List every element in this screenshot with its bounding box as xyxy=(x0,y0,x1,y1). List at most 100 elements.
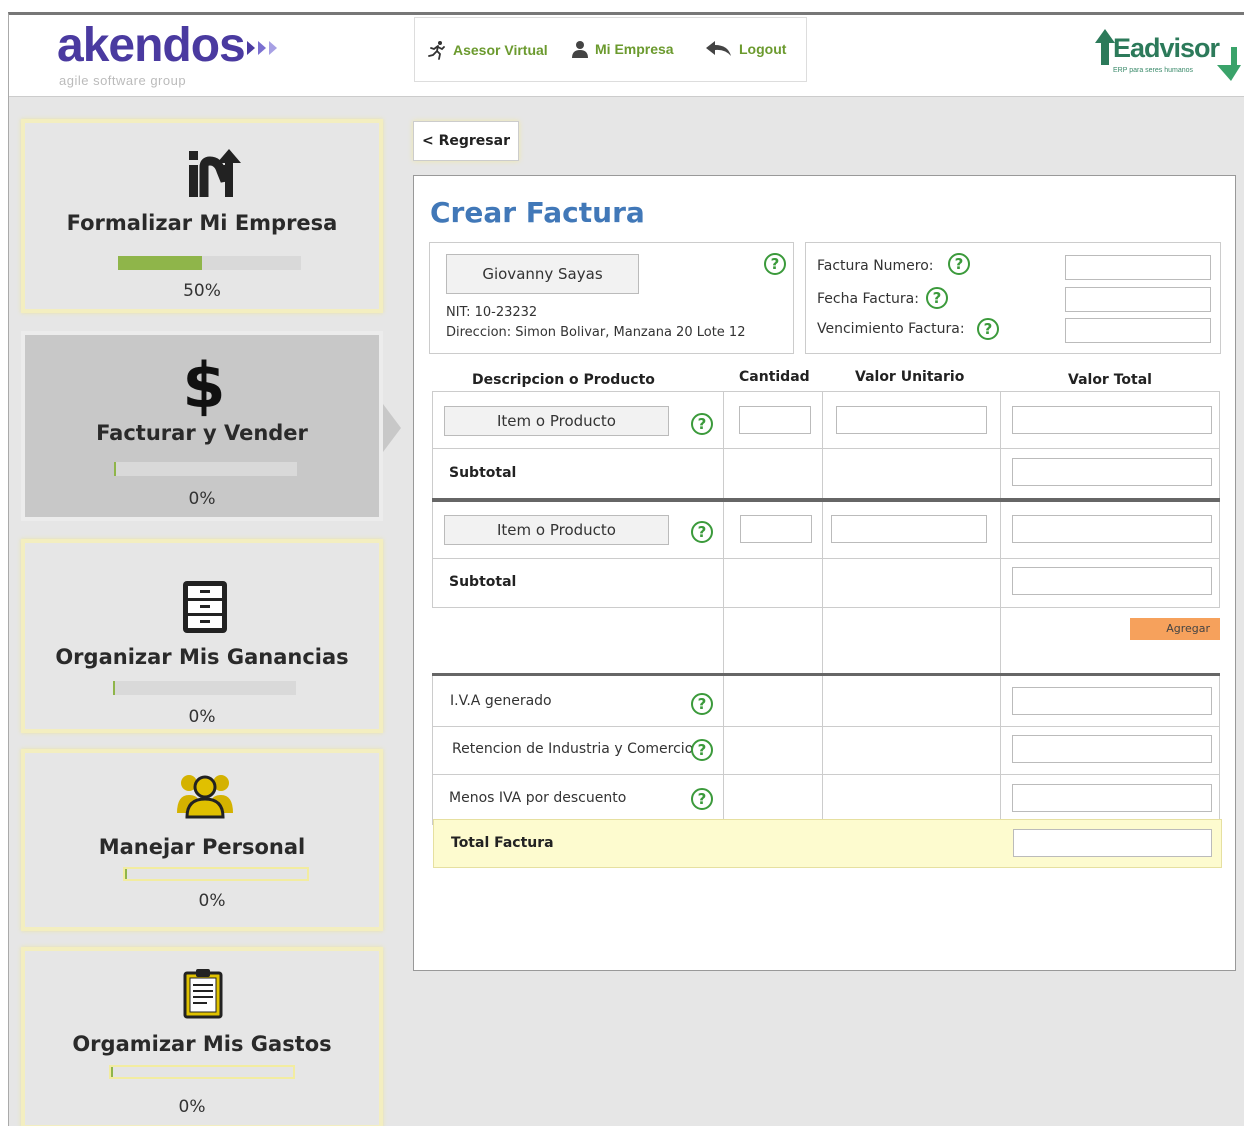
help-icon[interactable]: ? xyxy=(948,253,970,275)
eadvisor-logo: Eadvisor ERP para seres humanos xyxy=(1091,25,1241,87)
client-box: Giovanny Sayas ? NIT: 10-23232 Direccion… xyxy=(429,242,794,354)
unit-value-input[interactable] xyxy=(836,406,987,434)
menos-iva-input[interactable] xyxy=(1012,784,1212,812)
total-row: Total Factura xyxy=(433,819,1222,868)
progress-fill xyxy=(111,1067,113,1077)
progress-text: 0% xyxy=(198,891,226,911)
help-icon[interactable]: ? xyxy=(691,413,713,435)
table-divider xyxy=(432,558,1220,559)
nav-mi-empresa[interactable]: Mi Empresa xyxy=(571,40,674,58)
invoice-number-label: Factura Numero: xyxy=(817,258,934,274)
table-divider xyxy=(432,726,1220,727)
quantity-input[interactable] xyxy=(739,406,811,434)
add-item-button[interactable]: Agregar xyxy=(1130,618,1220,640)
client-name-button[interactable]: Giovanny Sayas xyxy=(446,254,639,294)
subtotal-input[interactable] xyxy=(1012,567,1212,595)
client-address: Direccion: Simon Bolivar, Manzana 20 Lot… xyxy=(446,325,746,340)
help-icon[interactable]: ? xyxy=(691,693,713,715)
iva-label: I.V.A generado xyxy=(450,693,552,709)
top-navigation: Asesor Virtual Mi Empresa Logout xyxy=(414,17,807,82)
active-card-pointer xyxy=(383,404,401,452)
column-header-quantity: Cantidad xyxy=(739,369,810,385)
item-product-button[interactable]: Item o Producto xyxy=(444,406,669,436)
eadvisor-text: Eadvisor xyxy=(1113,33,1220,63)
table-divider xyxy=(432,774,1220,775)
help-icon[interactable]: ? xyxy=(764,253,786,275)
card-formalizar[interactable]: Formalizar Mi Empresa 50% xyxy=(21,119,383,313)
help-icon[interactable]: ? xyxy=(691,788,713,810)
logo-subtitle: agile software group xyxy=(59,73,187,88)
invoice-due-input[interactable] xyxy=(1065,318,1211,343)
table-divider xyxy=(432,675,433,825)
progress-bar xyxy=(123,867,309,881)
total-value-input[interactable] xyxy=(1012,515,1212,543)
retencion-input[interactable] xyxy=(1012,735,1212,763)
card-title: Formalizar Mi Empresa xyxy=(66,211,338,235)
help-icon[interactable]: ? xyxy=(926,287,948,309)
card-personal[interactable]: Manejar Personal 0% xyxy=(21,749,383,931)
header: akendos agile software group Asesor Virt… xyxy=(9,15,1244,97)
card-title: Facturar y Vender xyxy=(96,421,308,445)
dollar-icon: $ xyxy=(182,349,225,417)
eadvisor-tagline: ERP para seres humanos xyxy=(1113,67,1194,74)
card-title: Orgamizar Mis Gastos xyxy=(72,1032,332,1056)
retencion-label: Retencion de Industria y Comercio xyxy=(452,741,694,757)
total-input[interactable] xyxy=(1013,829,1212,857)
unit-value-input[interactable] xyxy=(831,515,987,543)
invoice-date-input[interactable] xyxy=(1065,287,1211,312)
invoice-panel: Crear Factura Giovanny Sayas ? NIT: 10-2… xyxy=(413,175,1236,971)
nav-logout-label: Logout xyxy=(739,41,787,57)
table-divider xyxy=(723,391,724,866)
clipboard-icon xyxy=(183,969,223,1019)
help-icon[interactable]: ? xyxy=(691,521,713,543)
card-ganancias[interactable]: Organizar Mis Ganancias 0% xyxy=(21,539,383,733)
app-frame: akendos agile software group Asesor Virt… xyxy=(8,12,1244,1126)
progress-text: 0% xyxy=(188,707,216,727)
runner-icon xyxy=(428,41,445,60)
section-divider xyxy=(432,498,1220,502)
card-title: Manejar Personal xyxy=(98,835,306,859)
table-divider xyxy=(432,448,1220,449)
card-title: Organizar Mis Ganancias xyxy=(55,645,349,669)
table-divider xyxy=(432,391,1220,392)
help-icon[interactable]: ? xyxy=(691,739,713,761)
progress-fill xyxy=(125,869,127,879)
progress-fill xyxy=(118,256,203,270)
invoice-number-input[interactable] xyxy=(1065,255,1211,280)
page-title: Crear Factura xyxy=(430,196,645,229)
invoice-due-label: Vencimiento Factura: xyxy=(817,321,965,337)
item-product-button[interactable]: Item o Producto xyxy=(444,515,669,545)
column-header-unit-value: Valor Unitario xyxy=(855,369,965,385)
in-growth-icon xyxy=(189,149,241,197)
card-gastos[interactable]: Orgamizar Mis Gastos 0% xyxy=(21,947,383,1126)
nav-asesor-virtual[interactable]: Asesor Virtual xyxy=(427,40,548,60)
iva-input[interactable] xyxy=(1012,687,1212,715)
table-divider xyxy=(1000,391,1001,866)
progress-text: 50% xyxy=(183,281,221,301)
section-divider xyxy=(432,673,1220,676)
total-value-input[interactable] xyxy=(1012,406,1212,434)
back-button[interactable]: < Regresar xyxy=(413,121,519,161)
subtotal-input[interactable] xyxy=(1012,458,1212,486)
nav-logout[interactable]: Logout xyxy=(705,40,786,58)
progress-bar xyxy=(109,1065,295,1079)
help-icon[interactable]: ? xyxy=(977,318,999,340)
card-facturar[interactable]: $ Facturar y Vender 0% xyxy=(21,331,383,521)
reply-arrow-icon xyxy=(706,41,731,56)
cabinet-icon xyxy=(183,581,227,633)
akendos-logo[interactable]: akendos xyxy=(57,19,283,73)
user-icon xyxy=(572,41,588,58)
total-label: Total Factura xyxy=(451,835,554,851)
quantity-input[interactable] xyxy=(740,515,812,543)
table-divider xyxy=(822,391,823,866)
logo-arrows-icon xyxy=(246,41,277,56)
invoice-date-label: Fecha Factura: xyxy=(817,291,919,307)
nav-asesor-label: Asesor Virtual xyxy=(453,42,548,58)
nav-empresa-label: Mi Empresa xyxy=(595,41,674,57)
progress-text: 0% xyxy=(178,1097,206,1117)
progress-fill xyxy=(113,681,115,695)
subtotal-label: Subtotal xyxy=(449,574,517,590)
progress-text: 0% xyxy=(188,489,216,509)
table-divider xyxy=(1219,675,1220,825)
people-icon xyxy=(177,775,233,819)
